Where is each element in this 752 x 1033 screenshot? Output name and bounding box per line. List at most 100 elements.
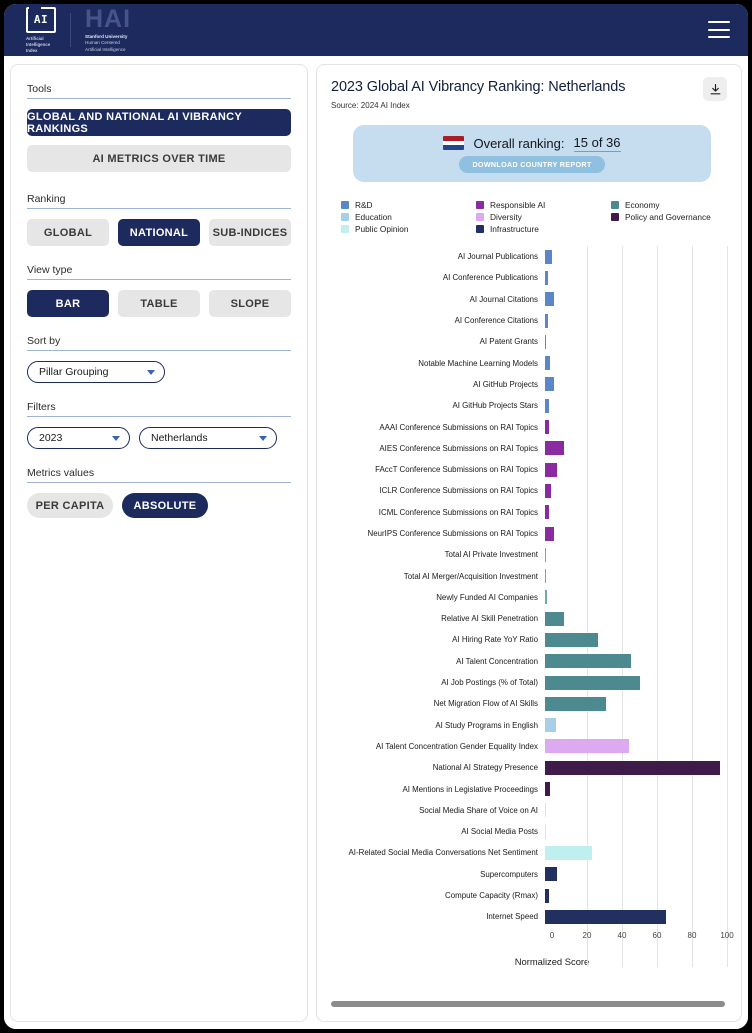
bar-row[interactable]: AI Talent Concentration Gender Equality … <box>333 736 731 757</box>
legend-item[interactable]: Responsible AI <box>476 200 611 210</box>
hamburger-menu-icon[interactable] <box>708 21 730 38</box>
bar[interactable] <box>545 292 554 307</box>
bar-row[interactable]: AI Study Programs in English <box>333 715 731 736</box>
hai-logo[interactable]: HAI Stanford University Human Centered A… <box>85 6 131 53</box>
sort-by-select[interactable]: Pillar Grouping <box>27 361 165 383</box>
bar-row[interactable]: Notable Machine Learning Models <box>333 352 731 373</box>
metrics-absolute-button[interactable]: ABSOLUTE <box>122 493 208 518</box>
bar-row[interactable]: AI Mentions in Legislative Proceedings <box>333 778 731 799</box>
legend-item[interactable]: Policy and Governance <box>611 212 727 222</box>
bar[interactable] <box>545 675 640 690</box>
metrics-per-capita-button[interactable]: PER CAPITA <box>27 493 113 518</box>
legend-item[interactable]: Diversity <box>476 212 611 222</box>
bar[interactable] <box>545 249 552 264</box>
legend-item[interactable]: R&D <box>341 200 476 210</box>
bar-row[interactable]: ICML Conference Submissions on RAI Topic… <box>333 502 731 523</box>
tool-vibrancy-rankings-button[interactable]: GLOBAL AND NATIONAL AI VIBRANCY RANKINGS <box>27 109 291 136</box>
bar-row[interactable]: National AI Strategy Presence <box>333 757 731 778</box>
bar-label: AI GitHub Projects Stars <box>452 401 538 411</box>
netherlands-flag-icon <box>443 136 465 150</box>
bar[interactable] <box>545 569 547 584</box>
bar[interactable] <box>545 611 565 626</box>
download-icon[interactable] <box>703 77 727 101</box>
bar-row[interactable]: AI Conference Citations <box>333 310 731 331</box>
bar-label: AI Patent Grants <box>479 337 538 347</box>
bar-row[interactable]: Total AI Private Investment <box>333 544 731 565</box>
bar[interactable] <box>545 590 547 605</box>
bar-track <box>545 267 731 288</box>
bar[interactable] <box>545 334 547 349</box>
bar[interactable] <box>545 824 547 839</box>
legend-item[interactable]: Economy <box>611 200 727 210</box>
view-type-table-button[interactable]: TABLE <box>118 290 200 317</box>
bar-row[interactable]: AI Hiring Rate YoY Ratio <box>333 629 731 650</box>
bar[interactable] <box>545 483 552 498</box>
bar-row[interactable]: AI Talent Concentration <box>333 651 731 672</box>
bar[interactable] <box>545 505 550 520</box>
bar[interactable] <box>545 441 565 456</box>
bar[interactable] <box>545 377 554 392</box>
bar-row[interactable]: AAAI Conference Submissions on RAI Topic… <box>333 416 731 437</box>
bar-row[interactable]: Internet Speed <box>333 906 731 927</box>
bar-row[interactable]: AI Job Postings (% of Total) <box>333 672 731 693</box>
bar[interactable] <box>545 313 548 328</box>
bar[interactable] <box>545 803 547 818</box>
filter-year-select[interactable]: 2023 <box>27 427 130 449</box>
bar[interactable] <box>545 526 554 541</box>
bar[interactable] <box>545 867 558 882</box>
bar[interactable] <box>545 356 551 371</box>
filter-country-select[interactable]: Netherlands <box>139 427 277 449</box>
view-type-bar-button[interactable]: BAR <box>27 290 109 317</box>
bar-row[interactable]: AI Conference Publications <box>333 267 731 288</box>
bar[interactable] <box>545 398 549 413</box>
tool-metrics-over-time-button[interactable]: AI METRICS OVER TIME <box>27 145 291 172</box>
bar-row[interactable]: Net Migration Flow of AI Skills <box>333 693 731 714</box>
bar[interactable] <box>545 654 631 669</box>
bar[interactable] <box>545 909 666 924</box>
ranking-sub-indices-button[interactable]: SUB-INDICES <box>209 219 291 246</box>
bar-row[interactable]: AI Journal Publications <box>333 246 731 267</box>
bar-row[interactable]: AI-Related Social Media Conversations Ne… <box>333 842 731 863</box>
bar[interactable] <box>545 782 551 797</box>
download-country-report-button[interactable]: DOWNLOAD COUNTRY REPORT <box>459 155 605 173</box>
bar[interactable] <box>545 760 720 775</box>
horizontal-scrollbar[interactable] <box>331 1001 725 1007</box>
bar-label: Total AI Merger/Acquisition Investment <box>403 571 538 581</box>
bar[interactable] <box>545 696 607 711</box>
legend-item[interactable]: Infrastructure <box>476 224 611 234</box>
bar-row[interactable]: Supercomputers <box>333 864 731 885</box>
page-title: 2023 Global AI Vibrancy Ranking: Netherl… <box>331 79 626 95</box>
bar-row[interactable]: Total AI Merger/Acquisition Investment <box>333 565 731 586</box>
bar[interactable] <box>545 270 548 285</box>
bar-label: AI Social Media Posts <box>461 827 538 837</box>
bar-row[interactable]: AI Social Media Posts <box>333 821 731 842</box>
bar[interactable] <box>545 888 549 903</box>
legend-item[interactable]: Education <box>341 212 476 222</box>
bar[interactable] <box>545 845 593 860</box>
legend-label: Responsible AI <box>490 200 546 210</box>
bar[interactable] <box>545 718 556 733</box>
bar-row[interactable]: AI GitHub Projects Stars <box>333 395 731 416</box>
ai-index-logo[interactable]: AI Artificial Intelligence Index <box>26 4 56 54</box>
bar-row[interactable]: Relative AI Skill Penetration <box>333 608 731 629</box>
bar-row[interactable]: AIES Conference Submissions on RAI Topic… <box>333 438 731 459</box>
bar-row[interactable]: NeurIPS Conference Submissions on RAI To… <box>333 523 731 544</box>
bar-row[interactable]: AI Patent Grants <box>333 331 731 352</box>
bar-row[interactable]: Newly Funded AI Companies <box>333 587 731 608</box>
bar-row[interactable]: Compute Capacity (Rmax) <box>333 885 731 906</box>
ranking-global-button[interactable]: GLOBAL <box>27 219 109 246</box>
bar[interactable] <box>545 632 598 647</box>
bar-track <box>545 395 731 416</box>
bar-row[interactable]: AI GitHub Projects <box>333 374 731 395</box>
bar[interactable] <box>545 420 550 435</box>
bar-row[interactable]: FAccT Conference Submissions on RAI Topi… <box>333 459 731 480</box>
bar-row[interactable]: AI Journal Citations <box>333 289 731 310</box>
bar[interactable] <box>545 462 558 477</box>
bar[interactable] <box>545 547 547 562</box>
view-type-slope-button[interactable]: SLOPE <box>209 290 291 317</box>
bar[interactable] <box>545 739 629 754</box>
bar-row[interactable]: ICLR Conference Submissions on RAI Topic… <box>333 480 731 501</box>
legend-item[interactable]: Public Opinion <box>341 224 476 234</box>
bar-row[interactable]: Social Media Share of Voice on AI <box>333 800 731 821</box>
ranking-national-button[interactable]: NATIONAL <box>118 219 200 246</box>
